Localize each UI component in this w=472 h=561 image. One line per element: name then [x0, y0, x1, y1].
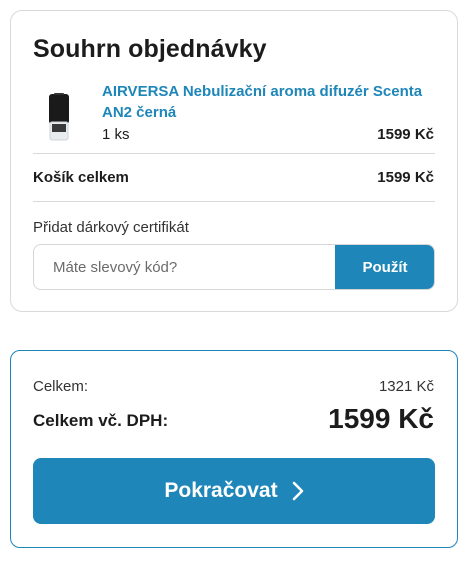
coupon-form: Použít [33, 244, 435, 290]
product-price: 1599 Kč [377, 126, 434, 143]
cart-total-label: Košík celkem [33, 169, 129, 186]
total-vat-value: 1599 Kč [328, 403, 434, 434]
continue-button[interactable]: Pokračovat [33, 458, 435, 524]
product-thumbnail[interactable] [47, 92, 71, 144]
gift-certificate-link[interactable]: Přidat dárkový certifikát [33, 219, 189, 236]
chevron-right-icon [292, 481, 303, 501]
totals-card: Celkem: 1321 Kč Celkem vč. DPH: 1599 Kč … [10, 350, 458, 548]
subtotal-value: 1321 Kč [378, 378, 434, 395]
apply-coupon-button[interactable]: Použít [335, 245, 434, 289]
divider [33, 201, 435, 202]
continue-label: Pokračovat [164, 479, 278, 502]
product-name-link[interactable]: AIRVERSA Nebulizační aroma difuzér Scent… [102, 81, 432, 123]
product-quantity: 1 ks [102, 126, 130, 143]
order-summary-card: Souhrn objednávky AIRVERSA Nebulizační a… [10, 10, 458, 312]
order-summary-title: Souhrn objednávky [33, 35, 267, 63]
coupon-input[interactable] [34, 245, 334, 289]
subtotal-label: Celkem: [33, 378, 89, 395]
cart-total-value: 1599 Kč [377, 169, 434, 186]
divider [33, 153, 435, 154]
total-vat-label: Celkem vč. DPH: [33, 411, 169, 430]
